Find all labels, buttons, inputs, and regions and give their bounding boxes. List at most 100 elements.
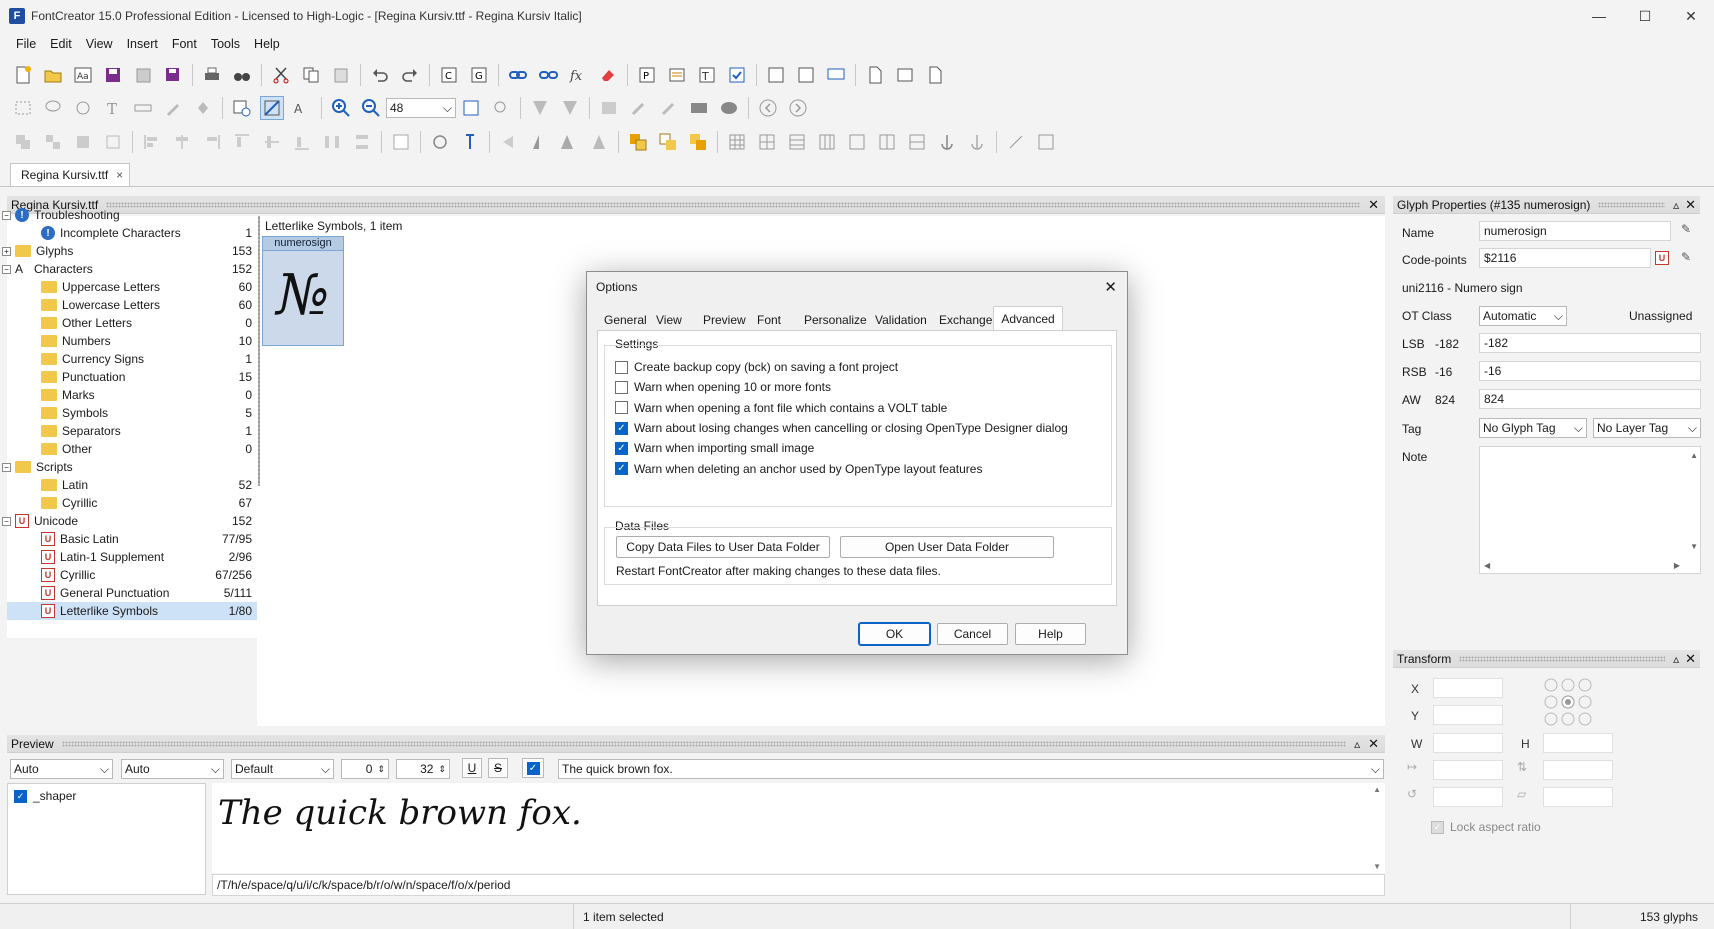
- forward-icon[interactable]: [786, 96, 810, 120]
- menu-font[interactable]: Font: [165, 37, 204, 51]
- settings-checkbox[interactable]: ✓ Warn when deleting an anchor used by Op…: [615, 458, 1068, 478]
- fit-window-icon[interactable]: [459, 96, 483, 120]
- grid6-icon[interactable]: [875, 130, 899, 154]
- rotate-field[interactable]: [1433, 787, 1503, 807]
- settings-checkbox[interactable]: Create backup copy (bck) on saving a fon…: [615, 357, 1068, 377]
- outline-mode-icon[interactable]: [260, 96, 284, 120]
- guideline-icon[interactable]: [1004, 130, 1028, 154]
- h-field[interactable]: [1543, 733, 1613, 753]
- scale-field[interactable]: [1543, 760, 1613, 780]
- tab-advanced[interactable]: Advanced: [993, 306, 1063, 330]
- zoom-selection-icon[interactable]: [489, 96, 513, 120]
- anchor-point-grid[interactable]: [1543, 677, 1593, 727]
- open-icon[interactable]: [41, 63, 65, 87]
- menu-tools[interactable]: Tools: [204, 37, 247, 51]
- zoom-combo[interactable]: 48 ⌵: [386, 98, 456, 118]
- rectangle-icon[interactable]: [687, 96, 711, 120]
- expander-icon[interactable]: −: [2, 516, 11, 526]
- anchor-icon[interactable]: [935, 130, 959, 154]
- menu-insert[interactable]: Insert: [120, 37, 165, 51]
- back-icon[interactable]: [756, 96, 780, 120]
- close-panel-icon[interactable]: ✕: [1685, 197, 1696, 213]
- tree-item[interactable]: Currency Signs 1: [7, 350, 257, 368]
- eraser-icon[interactable]: [596, 63, 620, 87]
- new-project-icon[interactable]: [11, 63, 35, 87]
- tree-item[interactable]: Latin 52: [7, 476, 257, 494]
- corner-round-icon[interactable]: [558, 96, 582, 120]
- expander-icon[interactable]: −: [2, 210, 11, 220]
- zoom-out-icon[interactable]: [359, 96, 383, 120]
- tree-item[interactable]: Other 0: [7, 440, 257, 458]
- tree-item[interactable]: − A Characters 152: [2, 260, 257, 278]
- grid7-icon[interactable]: [905, 130, 929, 154]
- otclass-select[interactable]: Automatic ⌵: [1479, 306, 1567, 326]
- preview-screen-icon[interactable]: [824, 63, 848, 87]
- expander-icon[interactable]: −: [2, 264, 11, 274]
- pin-icon[interactable]: ▵: [1673, 652, 1679, 666]
- fill-icon[interactable]: [191, 96, 215, 120]
- paste-icon[interactable]: [329, 63, 353, 87]
- preview-spin-1[interactable]: 0 ⇕: [341, 759, 389, 779]
- align-center-icon[interactable]: [170, 130, 194, 154]
- zoom-in-icon[interactable]: [329, 96, 353, 120]
- close-panel-icon[interactable]: ✕: [1368, 197, 1379, 213]
- resize-field[interactable]: [1433, 760, 1503, 780]
- align-right-icon[interactable]: [200, 130, 224, 154]
- copy-icon[interactable]: [299, 63, 323, 87]
- ok-button[interactable]: OK: [858, 622, 931, 646]
- menu-file[interactable]: File: [9, 37, 43, 51]
- export-icon[interactable]: [923, 63, 947, 87]
- expander-icon[interactable]: +: [2, 246, 11, 256]
- pencil-icon[interactable]: [657, 96, 681, 120]
- edit-codepoints-icon[interactable]: ✎: [1681, 250, 1691, 264]
- merge-icon[interactable]: [71, 130, 95, 154]
- lsb-field[interactable]: -182: [1479, 333, 1701, 353]
- brush-icon[interactable]: [627, 96, 651, 120]
- close-panel-icon[interactable]: ✕: [1685, 651, 1696, 667]
- ellipse-icon[interactable]: [717, 96, 741, 120]
- glyph-string-field[interactable]: /T/h/e/space/q/u/i/c/k/space/b/r/o/w/n/s…: [212, 874, 1385, 896]
- tab-preview[interactable]: Preview: [703, 313, 746, 327]
- x-field[interactable]: [1433, 678, 1503, 698]
- preview-script-combo[interactable]: Auto ⌵: [121, 759, 224, 779]
- undo-icon[interactable]: [368, 63, 392, 87]
- tree-item[interactable]: Separators 1: [7, 422, 257, 440]
- formula-icon[interactable]: fx: [566, 63, 590, 87]
- cancel-button[interactable]: Cancel: [937, 623, 1008, 645]
- align-middle-icon[interactable]: [260, 130, 284, 154]
- open-font-icon[interactable]: Aa: [71, 63, 95, 87]
- tree-item[interactable]: Marks 0: [7, 386, 257, 404]
- image-icon[interactable]: [597, 96, 621, 120]
- expander-icon[interactable]: −: [2, 462, 11, 472]
- scroll-down-icon[interactable]: ▼: [1690, 542, 1698, 551]
- tree-item[interactable]: Numbers 10: [7, 332, 257, 350]
- skew-field[interactable]: [1543, 787, 1613, 807]
- tree-item[interactable]: − Scripts: [2, 458, 257, 476]
- cut-icon[interactable]: [269, 63, 293, 87]
- scroll-up-icon[interactable]: ▲: [1690, 451, 1698, 460]
- strikethrough-button[interactable]: S: [488, 758, 508, 778]
- settings-checkbox[interactable]: ✓ Warn when importing small image: [615, 438, 1068, 458]
- unicode-icon[interactable]: U: [1655, 251, 1669, 265]
- grid3-icon[interactable]: [785, 130, 809, 154]
- glyph-name-field[interactable]: numerosign: [1479, 221, 1671, 241]
- tree-item[interactable]: Symbols 5: [7, 404, 257, 422]
- scroll-left-icon[interactable]: ◀: [1484, 561, 1490, 570]
- lock-aspect-checkbox[interactable]: ✓ Lock aspect ratio: [1431, 820, 1541, 834]
- help-button[interactable]: Help: [1015, 623, 1086, 645]
- grid-icon[interactable]: [725, 130, 749, 154]
- pen-icon[interactable]: [161, 96, 185, 120]
- insert-character-icon[interactable]: C: [437, 63, 461, 87]
- edit-name-icon[interactable]: ✎: [1681, 222, 1699, 240]
- properties-icon[interactable]: P: [635, 63, 659, 87]
- tree-item[interactable]: U Basic Latin 77/95: [7, 530, 257, 548]
- minimize-button[interactable]: —: [1576, 0, 1622, 32]
- close-dialog-icon[interactable]: ✕: [1104, 278, 1117, 296]
- tab-personalize[interactable]: Personalize: [804, 313, 867, 327]
- snap-icon[interactable]: [1034, 130, 1058, 154]
- zoom-glyph-icon[interactable]: [230, 96, 254, 120]
- rotate-icon[interactable]: [428, 130, 452, 154]
- tree-item[interactable]: ! Incomplete Characters 1: [7, 224, 257, 242]
- redo-icon[interactable]: [398, 63, 422, 87]
- slant-icon[interactable]: [587, 130, 611, 154]
